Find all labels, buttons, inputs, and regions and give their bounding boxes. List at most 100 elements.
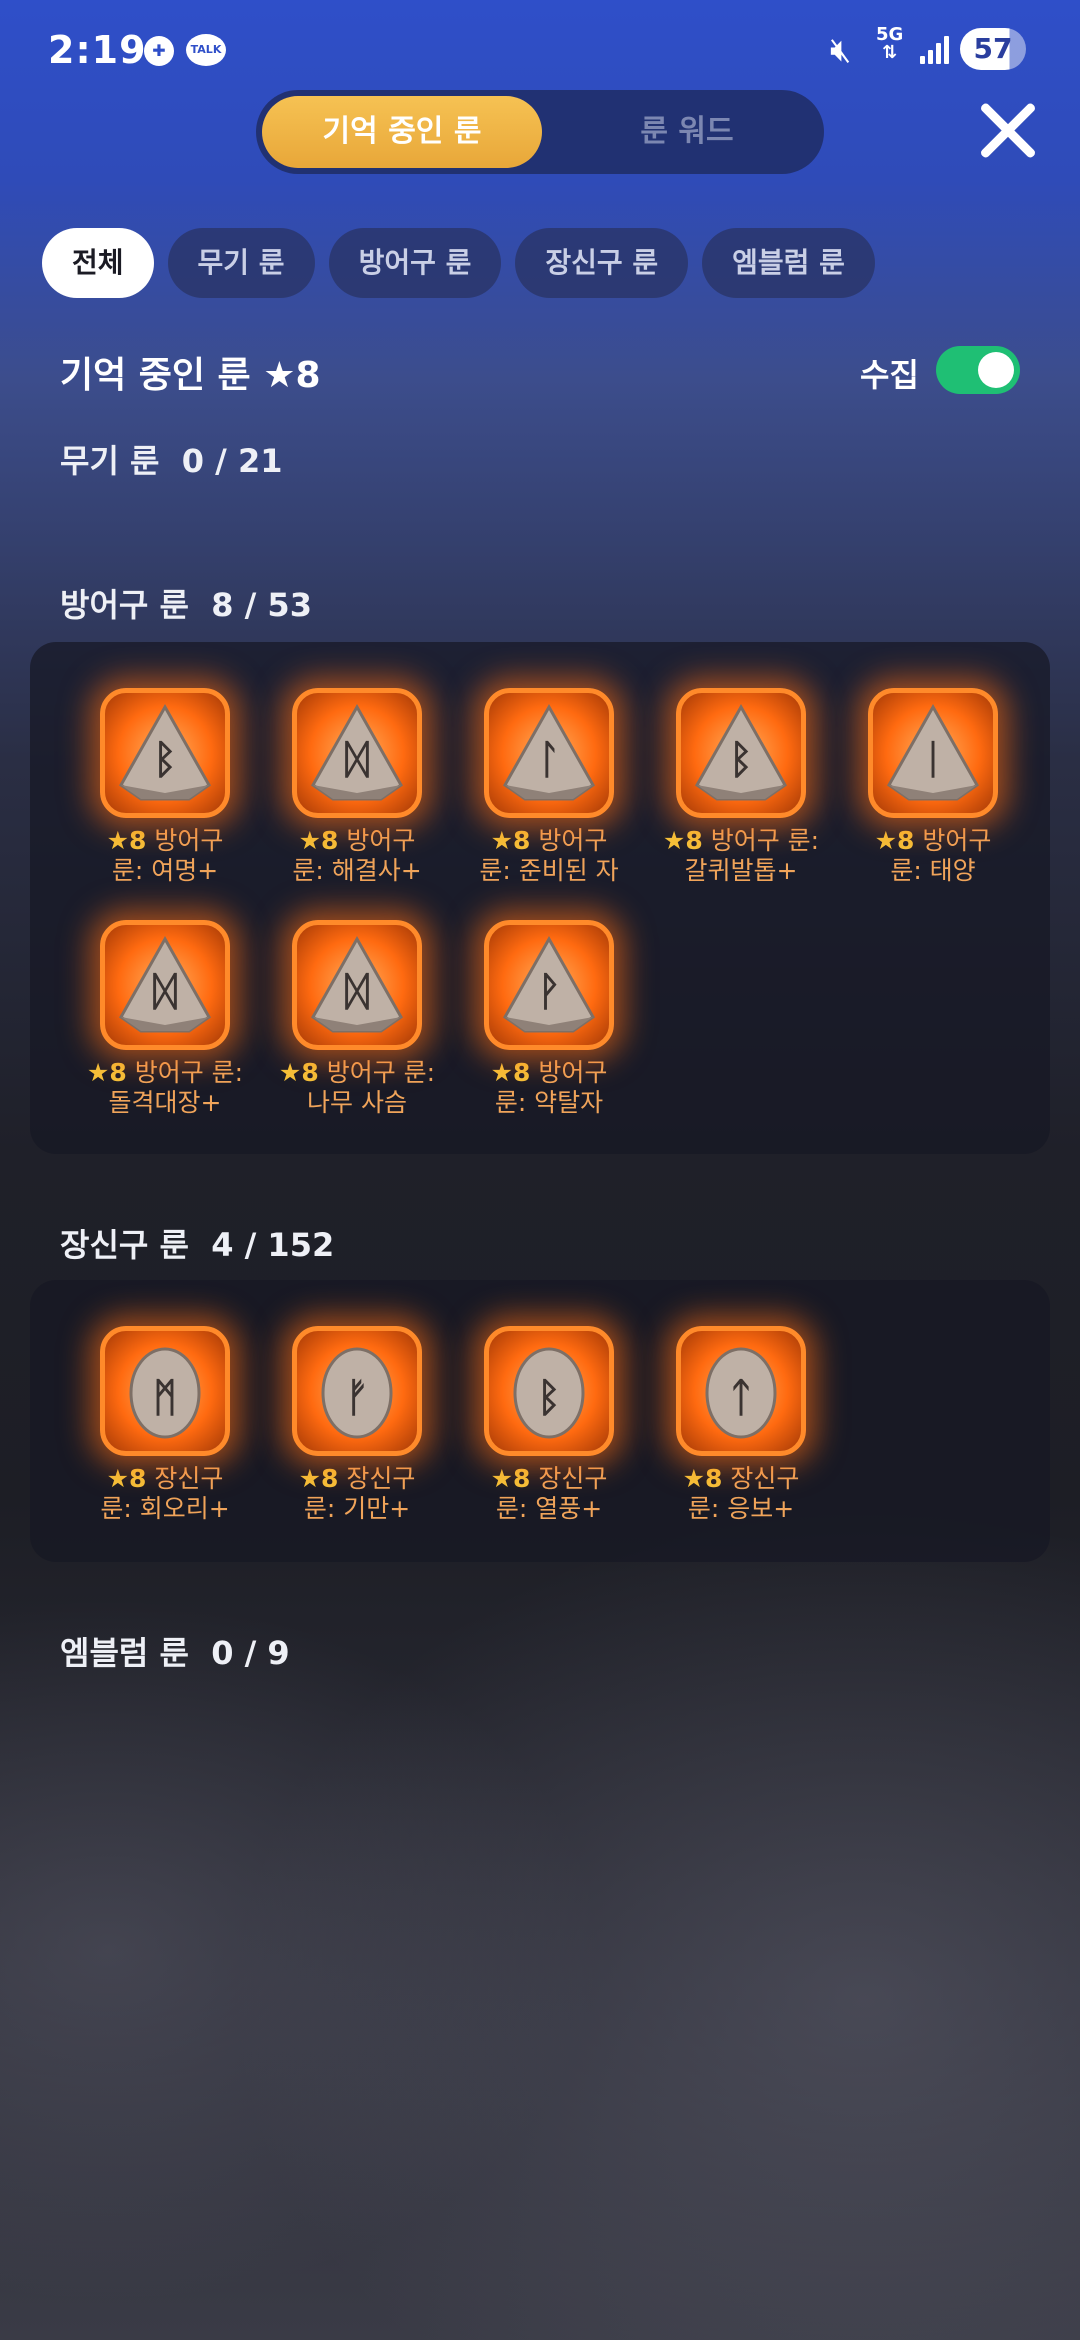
emblem-rune-heading: 엠블럼 룬 0 / 9 <box>60 1628 290 1674</box>
status-bar: 2:19 ✚ TALK 🔇︎ 5G ⇅ 57 <box>0 0 1080 100</box>
armor-rune-item[interactable]: ᛒ ★8 방어구 룬: 갈퀴발톱+ <box>644 688 838 886</box>
star-level: ★8 <box>86 1058 127 1087</box>
rune-name-line1: 장신구 <box>154 1464 224 1493</box>
rune-stone-icon: ᛚ <box>484 688 614 818</box>
page-title: 기억 중인 룬 ★8 <box>60 355 321 396</box>
star-level: ★8 <box>106 1464 147 1493</box>
rune-glyph: ᛁ <box>921 737 945 783</box>
rune-name-line1: 방어구 룬: <box>326 1058 436 1087</box>
filter-weapon[interactable]: 무기 룬 <box>167 228 315 298</box>
armor-rune-name: 방어구 룬 <box>60 586 189 624</box>
weapon-rune-count: 0 / 21 <box>181 442 283 480</box>
rune-name-line1: 장신구 <box>346 1464 416 1493</box>
network-label: 5G <box>876 24 904 45</box>
rune-name-line1: 방어구 <box>538 826 608 855</box>
rune-glyph: ᛞ <box>345 969 369 1015</box>
tab-remembered-runes[interactable]: 기억 중인 룬 <box>262 96 542 168</box>
rune-stone-icon: ᛏ <box>676 1326 806 1456</box>
rune-label: ★8 장신구 룬: 열풍+ <box>452 1464 646 1524</box>
rune-name-line2: 돌격대장+ <box>108 1088 222 1117</box>
tab-rune-words[interactable]: 룬 워드 <box>556 96 818 168</box>
armor-rune-item[interactable]: ᚹ ★8 방어구 룬: 약탈자 <box>452 920 646 1118</box>
filter-emblem[interactable]: 엠블럼 룬 <box>702 228 875 298</box>
filter-accessory[interactable]: 장신구 룬 <box>515 228 689 298</box>
rune-label: ★8 방어구 룬: 갈퀴발톱+ <box>644 826 838 886</box>
rune-glyph: ᛒ <box>537 1375 561 1421</box>
star-level: ★8 <box>278 1058 319 1087</box>
star-level: ★8 <box>874 826 915 855</box>
armor-rune-item[interactable]: ᛁ ★8 방어구 룬: 태양 <box>836 688 1030 886</box>
emblem-rune-count: 0 / 9 <box>211 1634 290 1672</box>
signal-icon <box>920 34 952 64</box>
rune-name-line2: 나무 사슴 <box>307 1088 407 1117</box>
star-level: ★8 <box>298 1464 339 1493</box>
armor-rune-item[interactable]: ᛞ ★8 방어구 룬: 돌격대장+ <box>68 920 262 1118</box>
rune-stone-icon: ᛒ <box>100 688 230 818</box>
rune-label: ★8 장신구 룬: 기만+ <box>260 1464 454 1524</box>
rune-label: ★8 방어구 룬: 여명+ <box>68 826 262 886</box>
rune-glyph: ᛚ <box>537 737 561 783</box>
filter-armor[interactable]: 방어구 룬 <box>328 228 502 298</box>
rune-name-line1: 장신구 <box>538 1464 608 1493</box>
emblem-rune-name: 엠블럼 룬 <box>60 1634 189 1672</box>
network-indicator: 5G ⇅ <box>876 24 904 63</box>
gamepad-icon: ✚ <box>144 36 174 66</box>
star-level: ★8 <box>490 1058 531 1087</box>
rune-label: ★8 방어구 룬: 준비된 자 <box>452 826 646 886</box>
rune-name-line1: 방어구 룬: <box>134 1058 244 1087</box>
star-level: ★8 <box>490 1464 531 1493</box>
rune-label: ★8 장신구 룬: 회오리+ <box>68 1464 262 1524</box>
rune-name-line1: 방어구 <box>346 826 416 855</box>
rune-stone-icon: ᛞ <box>100 920 230 1050</box>
star-level: ★8 <box>490 826 531 855</box>
armor-rune-item[interactable]: ᛒ ★8 방어구 룬: 여명+ <box>68 688 262 886</box>
rune-stone-icon: ᛞ <box>292 920 422 1050</box>
rune-name-line2: 룬: 해결사+ <box>292 856 422 885</box>
rune-label: ★8 장신구 룬: 응보+ <box>644 1464 838 1524</box>
accessory-rune-item[interactable]: ᛒ ★8 장신구 룬: 열풍+ <box>452 1326 646 1524</box>
rune-glyph: ᛒ <box>729 737 753 783</box>
rune-glyph: ᚠ <box>345 1375 369 1421</box>
rune-stone-icon: ᚹ <box>484 920 614 1050</box>
rune-glyph: ᛞ <box>153 969 177 1015</box>
star-level: ★8 <box>106 826 147 855</box>
rune-name-line2: 룬: 준비된 자 <box>479 856 619 885</box>
collect-toggle[interactable] <box>936 346 1020 394</box>
rune-glyph: ᚹ <box>537 969 561 1015</box>
talk-icon: TALK <box>186 34 226 66</box>
rune-name-line2: 룬: 기만+ <box>303 1494 411 1523</box>
armor-rune-item[interactable]: ᛞ ★8 방어구 룬: 해결사+ <box>260 688 454 886</box>
rune-name-line2: 갈퀴발톱+ <box>684 856 798 885</box>
armor-rune-item[interactable]: ᛞ ★8 방어구 룬: 나무 사슴 <box>260 920 454 1118</box>
accessory-rune-item[interactable]: ᛏ ★8 장신구 룬: 응보+ <box>644 1326 838 1524</box>
rune-stone-icon: ᛗ <box>100 1326 230 1456</box>
rune-name-line1: 방어구 <box>922 826 992 855</box>
rune-label: ★8 방어구 룬: 돌격대장+ <box>68 1058 262 1118</box>
accessory-rune-item[interactable]: ᛗ ★8 장신구 룬: 회오리+ <box>68 1326 262 1524</box>
accessory-rune-panel: ᛗ ★8 장신구 룬: 회오리+ ᚠ ★8 장신구 룬: 기만+ ᛒ ★8 장신구 룬: 열풍+… <box>30 1280 1050 1562</box>
rune-name-line2: 룬: 태양 <box>890 856 976 885</box>
rune-label: ★8 방어구 룬: 나무 사슴 <box>260 1058 454 1118</box>
filter-chips: 전체 무기 룬 방어구 룬 장신구 룬 엠블럼 룬 <box>42 228 875 298</box>
rune-label: ★8 방어구 룬: 해결사+ <box>260 826 454 886</box>
rune-name-line1: 방어구 <box>154 826 224 855</box>
filter-all[interactable]: 전체 <box>42 228 154 298</box>
mute-icon: 🔇︎ <box>830 30 852 70</box>
armor-rune-heading: 방어구 룬 8 / 53 <box>60 580 312 626</box>
accessory-rune-heading: 장신구 룬 4 / 152 <box>60 1220 334 1266</box>
rune-glyph: ᛗ <box>153 1375 177 1421</box>
close-icon[interactable] <box>978 100 1038 160</box>
star-level: ★8 <box>682 1464 723 1493</box>
rune-name-line1: 장신구 <box>730 1464 800 1493</box>
accessory-rune-count: 4 / 152 <box>211 1226 335 1264</box>
rune-glyph: ᛒ <box>153 737 177 783</box>
rune-mode-toggle: 기억 중인 룬 룬 워드 <box>256 90 824 174</box>
rune-stone-icon: ᛞ <box>292 688 422 818</box>
accessory-rune-item[interactable]: ᚠ ★8 장신구 룬: 기만+ <box>260 1326 454 1524</box>
rune-glyph: ᛏ <box>729 1375 753 1421</box>
rune-stone-icon: ᚠ <box>292 1326 422 1456</box>
rune-label: ★8 방어구 룬: 태양 <box>836 826 1030 886</box>
rune-stone-icon: ᛒ <box>676 688 806 818</box>
toggle-knob <box>978 352 1014 388</box>
armor-rune-item[interactable]: ᛚ ★8 방어구 룬: 준비된 자 <box>452 688 646 886</box>
